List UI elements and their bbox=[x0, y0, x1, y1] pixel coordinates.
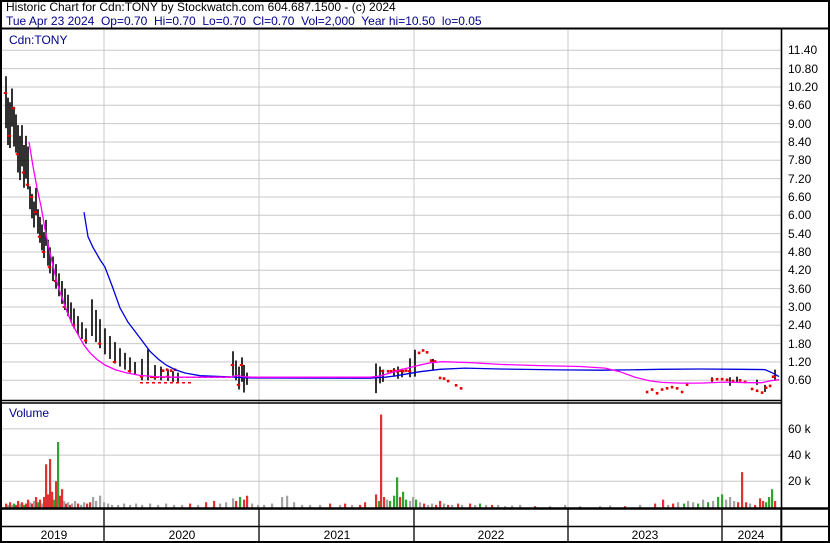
stock-chart-svg bbox=[0, 0, 830, 543]
price-tick-label: 1.20 bbox=[788, 354, 812, 369]
price-tick-label: 4.80 bbox=[788, 244, 812, 259]
stock-chart-window: Historic Chart for Cdn:TONY by Stockwatc… bbox=[0, 0, 830, 543]
price-tick-label: 5.40 bbox=[788, 226, 812, 241]
price-tick-label: 6.00 bbox=[788, 208, 812, 223]
price-tick-label: 9.60 bbox=[788, 98, 812, 113]
quote-line: Tue Apr 23 2024 Op=0.70 Hi=0.70 Lo=0.70 … bbox=[6, 14, 482, 28]
price-tick-label: 1.80 bbox=[788, 336, 812, 351]
price-tick-label: 11.40 bbox=[788, 43, 818, 58]
volume-panel-label: Volume bbox=[9, 406, 50, 420]
price-tick-label: 10.20 bbox=[788, 79, 819, 94]
volume-tick-label: 60 k bbox=[788, 421, 811, 436]
year-label: 2023 bbox=[631, 528, 659, 542]
year-label: 2021 bbox=[323, 528, 351, 542]
price-tick-label: 6.60 bbox=[788, 189, 812, 204]
price-tick-label: 0.60 bbox=[788, 373, 812, 388]
price-tick-label: 4.20 bbox=[788, 263, 812, 278]
price-tick-label: 8.40 bbox=[788, 134, 812, 149]
year-label: 2024 bbox=[737, 528, 765, 542]
price-tick-label: 9.00 bbox=[788, 116, 812, 131]
price-tick-label: 3.60 bbox=[788, 281, 812, 296]
volume-tick-label: 40 k bbox=[788, 448, 811, 463]
year-label: 2020 bbox=[168, 528, 196, 542]
price-tick-label: 7.20 bbox=[788, 171, 812, 186]
volume-tick-label: 20 k bbox=[788, 474, 811, 489]
price-tick-label: 2.40 bbox=[788, 318, 812, 333]
year-label: 2019 bbox=[40, 528, 68, 542]
chart-title: Historic Chart for Cdn:TONY by Stockwatc… bbox=[6, 0, 396, 14]
year-label: 2022 bbox=[477, 528, 505, 542]
price-tick-label: 7.80 bbox=[788, 153, 812, 168]
price-tick-label: 3.00 bbox=[788, 299, 812, 314]
symbol-label: Cdn:TONY bbox=[9, 33, 68, 47]
price-tick-label: 10.80 bbox=[788, 61, 819, 76]
